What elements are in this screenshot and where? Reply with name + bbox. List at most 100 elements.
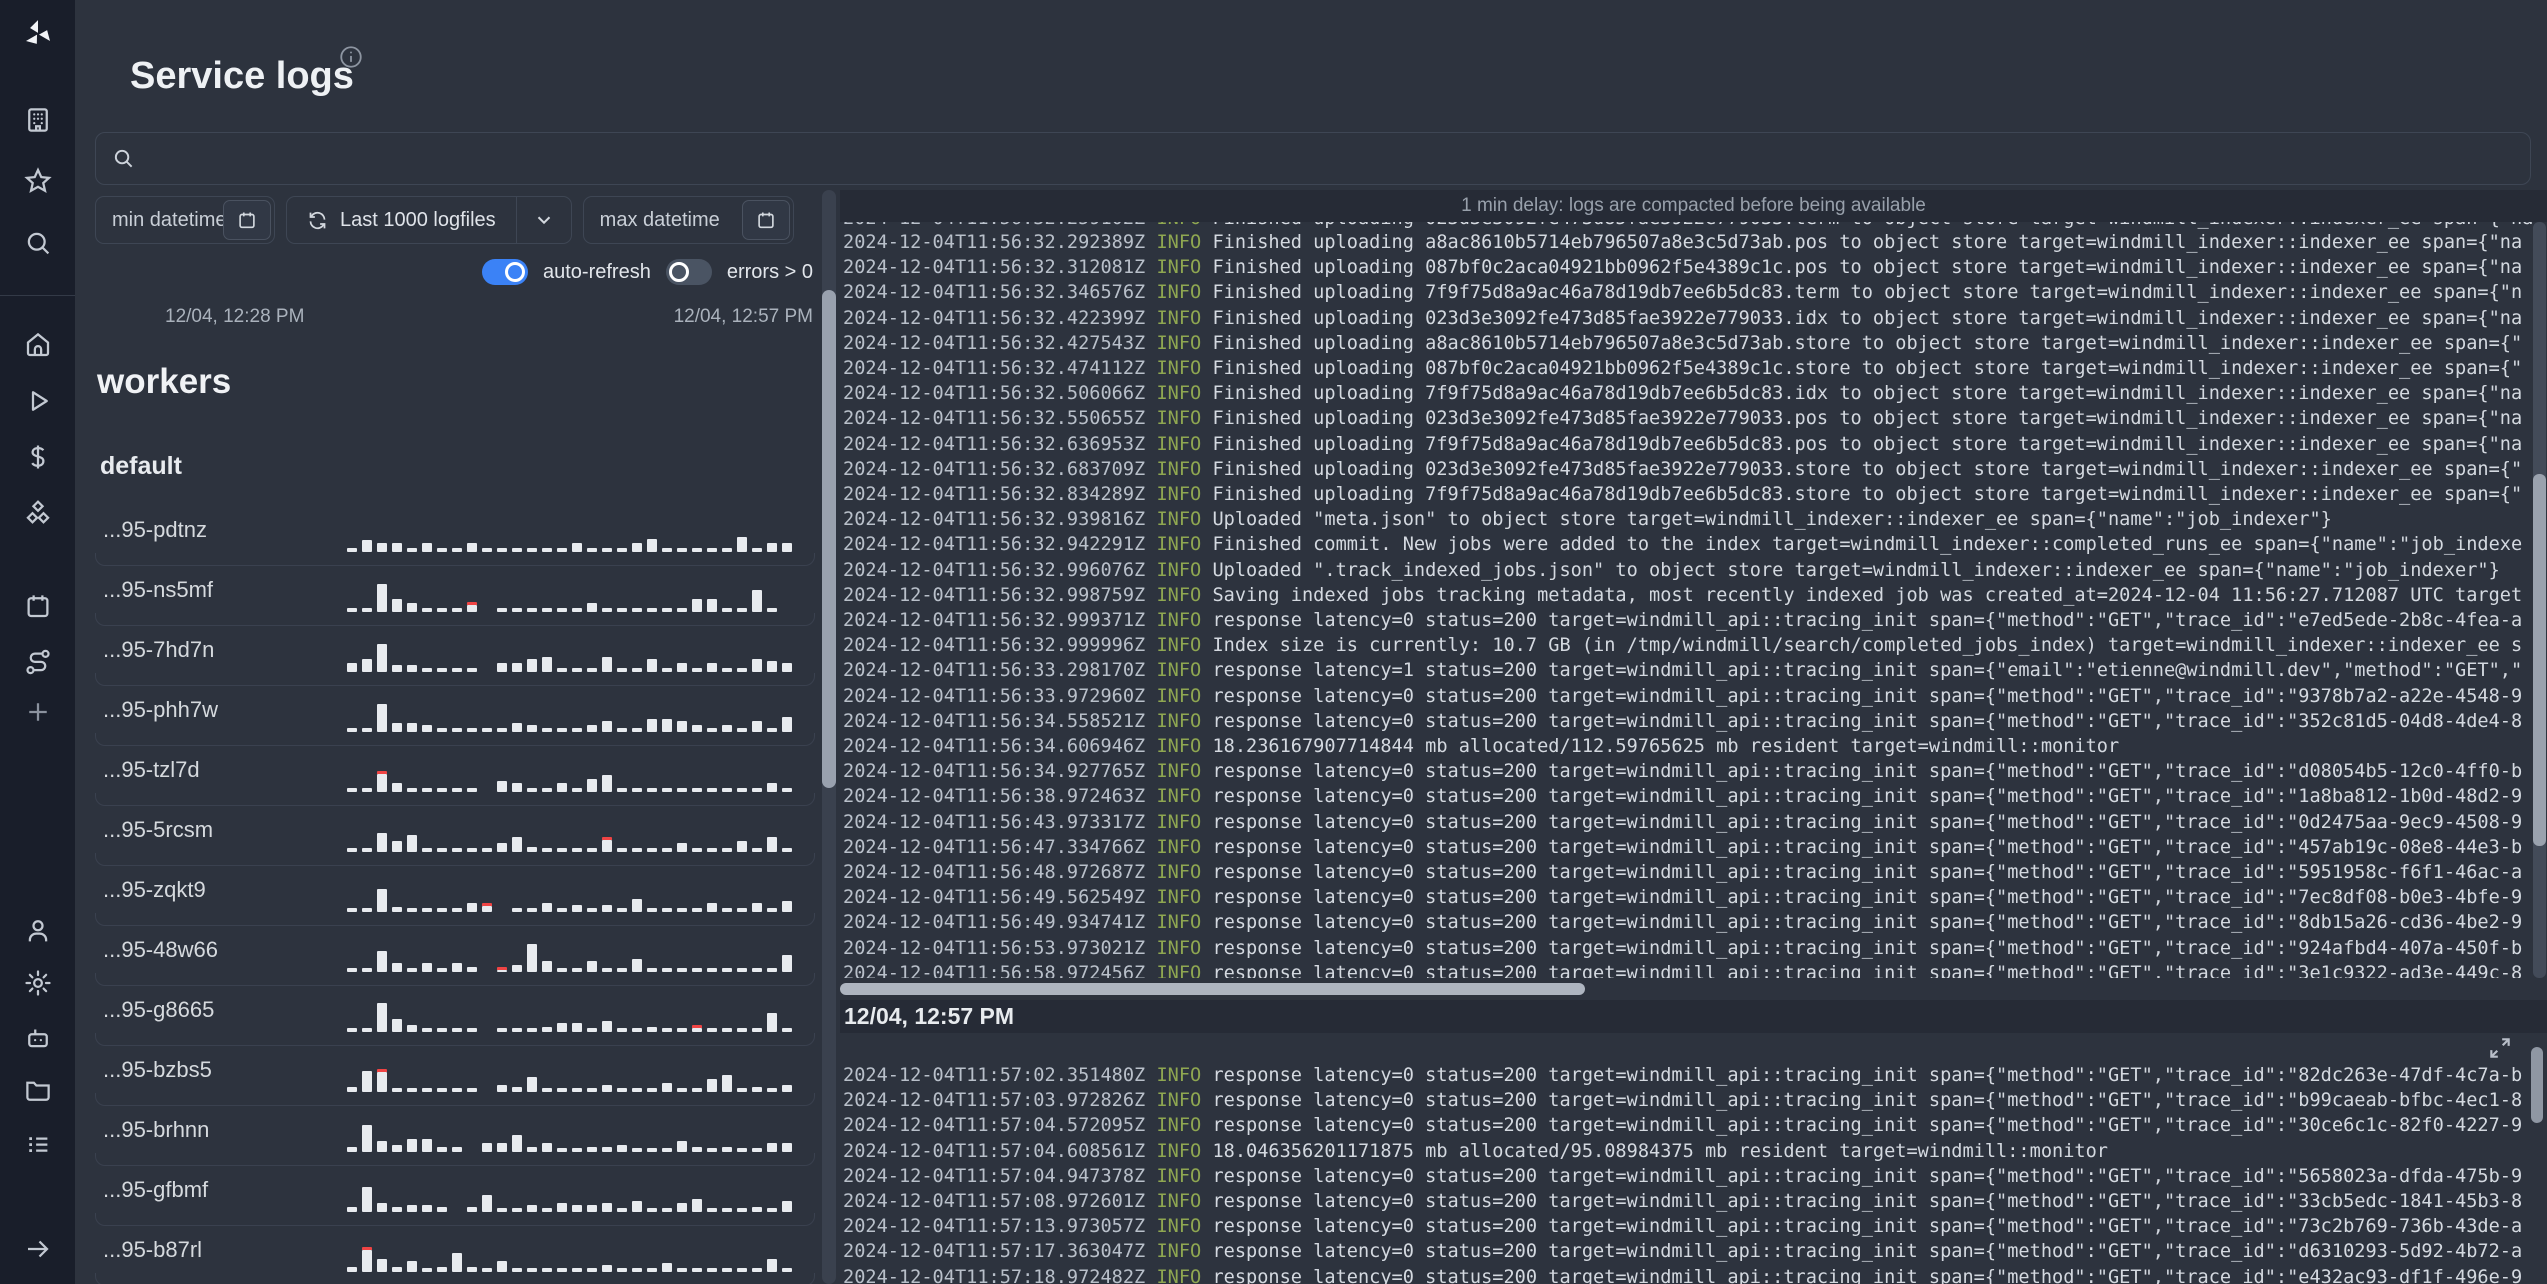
log-level: INFO bbox=[1156, 887, 1202, 909]
activity-bar bbox=[617, 788, 627, 792]
info-icon[interactable] bbox=[338, 44, 364, 70]
log-panel-2[interactable]: 2024-12-04T11:57:02.351480Z INFO respons… bbox=[840, 1033, 2533, 1284]
worker-row[interactable]: ...95-phh7w bbox=[95, 686, 815, 746]
activity-bar bbox=[767, 543, 777, 552]
log-line: 2024-12-04T11:57:17.363047Z INFO respons… bbox=[843, 1239, 2522, 1264]
arrow-right-icon[interactable] bbox=[0, 1227, 75, 1271]
activity-bar bbox=[362, 788, 372, 792]
log-level: INFO bbox=[1156, 1115, 1202, 1137]
home-icon[interactable] bbox=[0, 322, 75, 366]
log-panel-1[interactable]: 2024-12-04T11:56:32.259102Z INFO Finishe… bbox=[840, 222, 2533, 978]
search-input[interactable] bbox=[147, 146, 2530, 171]
worker-row[interactable]: ...95-48w66 bbox=[95, 926, 815, 986]
log-message: Finished uploading a8ac8610b5714eb796507… bbox=[1212, 232, 2523, 253]
log-timestamp: 2024-12-04T11:56:32.292389Z bbox=[843, 232, 1146, 253]
activity-bar bbox=[617, 1208, 627, 1212]
user-icon[interactable] bbox=[0, 909, 75, 953]
activity-bar bbox=[362, 1187, 372, 1212]
activity-bar bbox=[692, 548, 702, 552]
activity-bar bbox=[767, 608, 777, 612]
row-separator bbox=[95, 973, 815, 986]
activity-bar bbox=[407, 1088, 417, 1092]
log-message: response latency=0 status=200 target=win… bbox=[1212, 1115, 2523, 1137]
log-timestamp: 2024-12-04T11:56:32.422399Z bbox=[843, 307, 1146, 329]
log-message: response latency=0 status=200 target=win… bbox=[1212, 1191, 2523, 1212]
calendar-icon[interactable] bbox=[741, 200, 790, 240]
errors-filter-toggle[interactable] bbox=[665, 259, 712, 285]
robot-icon[interactable] bbox=[0, 1016, 75, 1060]
activity-bar bbox=[722, 1147, 732, 1152]
log-line: 2024-12-04T11:56:58.972456Z INFO respons… bbox=[843, 961, 2522, 978]
activity-bar bbox=[737, 968, 747, 972]
activity-bar bbox=[767, 1259, 777, 1272]
worker-row[interactable]: ...95-ns5mf bbox=[95, 566, 815, 626]
activity-bar bbox=[497, 608, 507, 612]
activity-bar-error bbox=[377, 1069, 387, 1092]
workers-scrollbar-thumb[interactable] bbox=[822, 290, 836, 788]
activity-bar bbox=[422, 908, 432, 912]
list-icon[interactable] bbox=[0, 1122, 75, 1166]
min-datetime-field[interactable]: min datetime bbox=[95, 196, 275, 244]
worker-row[interactable]: ...95-pdtnz bbox=[95, 506, 815, 566]
date-range-row: 12/04, 12:28 PM 12/04, 12:57 PM bbox=[95, 306, 813, 328]
windmill-logo[interactable] bbox=[0, 12, 75, 56]
log-timestamp: 2024-12-04T11:56:32.999996Z bbox=[843, 635, 1146, 657]
worker-row[interactable]: ...95-b87rl bbox=[95, 1226, 815, 1284]
route-icon[interactable] bbox=[0, 640, 75, 684]
log-line: 2024-12-04T11:57:04.947378Z INFO respons… bbox=[843, 1164, 2522, 1189]
activity-bar bbox=[437, 1147, 447, 1152]
activity-bar bbox=[467, 1028, 477, 1032]
worker-row[interactable]: ...95-tzl7d bbox=[95, 746, 815, 806]
worker-name: ...95-5rcsm bbox=[103, 817, 214, 842]
log-message: Finished uploading 023d3e3092fe473d85fae… bbox=[1212, 408, 2523, 430]
play-icon[interactable] bbox=[0, 379, 75, 423]
chevron-down-icon[interactable] bbox=[517, 197, 571, 243]
activity-bar bbox=[692, 1268, 702, 1272]
log-message: response latency=0 status=200 target=win… bbox=[1212, 710, 2523, 732]
star-icon[interactable] bbox=[0, 159, 75, 203]
log2-scrollbar-thumb[interactable] bbox=[2531, 1047, 2543, 1123]
activity-bar bbox=[752, 1148, 762, 1152]
activity-bar bbox=[692, 725, 702, 732]
activity-bar bbox=[437, 788, 447, 792]
activity-bar bbox=[632, 848, 642, 852]
worker-row[interactable]: ...95-bzbs5 bbox=[95, 1046, 815, 1106]
max-datetime-field[interactable]: max datetime bbox=[582, 196, 794, 244]
activity-bar bbox=[362, 1028, 372, 1032]
worker-row[interactable]: ...95-5rcsm bbox=[95, 806, 815, 866]
auto-refresh-toggle[interactable] bbox=[482, 259, 528, 285]
activity-bar bbox=[482, 1195, 492, 1212]
search-icon[interactable] bbox=[0, 221, 75, 265]
worker-row[interactable]: ...95-g8665 bbox=[95, 986, 815, 1046]
max-datetime-label: max datetime bbox=[599, 208, 720, 231]
log-level: INFO bbox=[1156, 332, 1202, 354]
activity-bar bbox=[572, 668, 582, 672]
activity-bar bbox=[587, 725, 597, 732]
log1-scrollbar-thumb[interactable] bbox=[2533, 474, 2546, 846]
log-timestamp: 2024-12-04T11:56:34.606946Z bbox=[843, 736, 1146, 757]
log-horizontal-scrollbar[interactable] bbox=[840, 983, 1585, 995]
dollar-icon[interactable] bbox=[0, 435, 75, 479]
worker-row[interactable]: ...95-zqkt9 bbox=[95, 866, 815, 926]
log-message: response latency=0 status=200 target=win… bbox=[1212, 1065, 2523, 1086]
gear-icon[interactable] bbox=[0, 961, 75, 1005]
calendar-icon[interactable] bbox=[0, 584, 75, 628]
worker-row[interactable]: ...95-7hd7n bbox=[95, 626, 815, 686]
log-level: INFO bbox=[1156, 710, 1202, 732]
activity-bar bbox=[677, 908, 687, 912]
log-level: INFO bbox=[1156, 484, 1202, 505]
refresh-icon bbox=[307, 210, 328, 231]
expand-icon[interactable] bbox=[2487, 1035, 2513, 1061]
logfiles-label: Last 1000 logfiles bbox=[340, 208, 496, 231]
log-line: 2024-12-04T11:56:49.562549Z INFO respons… bbox=[843, 885, 2522, 910]
activity-bar bbox=[362, 1071, 372, 1092]
folder-icon[interactable] bbox=[0, 1068, 75, 1112]
sidebar-divider bbox=[0, 295, 75, 296]
calendar-icon[interactable] bbox=[223, 200, 271, 240]
worker-row[interactable]: ...95-brhnn bbox=[95, 1106, 815, 1166]
cubes-icon[interactable] bbox=[0, 492, 75, 536]
logfiles-select[interactable]: Last 1000 logfiles bbox=[286, 196, 572, 244]
worker-row[interactable]: ...95-gfbmf bbox=[95, 1166, 815, 1226]
building-icon[interactable] bbox=[0, 98, 75, 142]
plus-icon[interactable] bbox=[0, 690, 75, 734]
